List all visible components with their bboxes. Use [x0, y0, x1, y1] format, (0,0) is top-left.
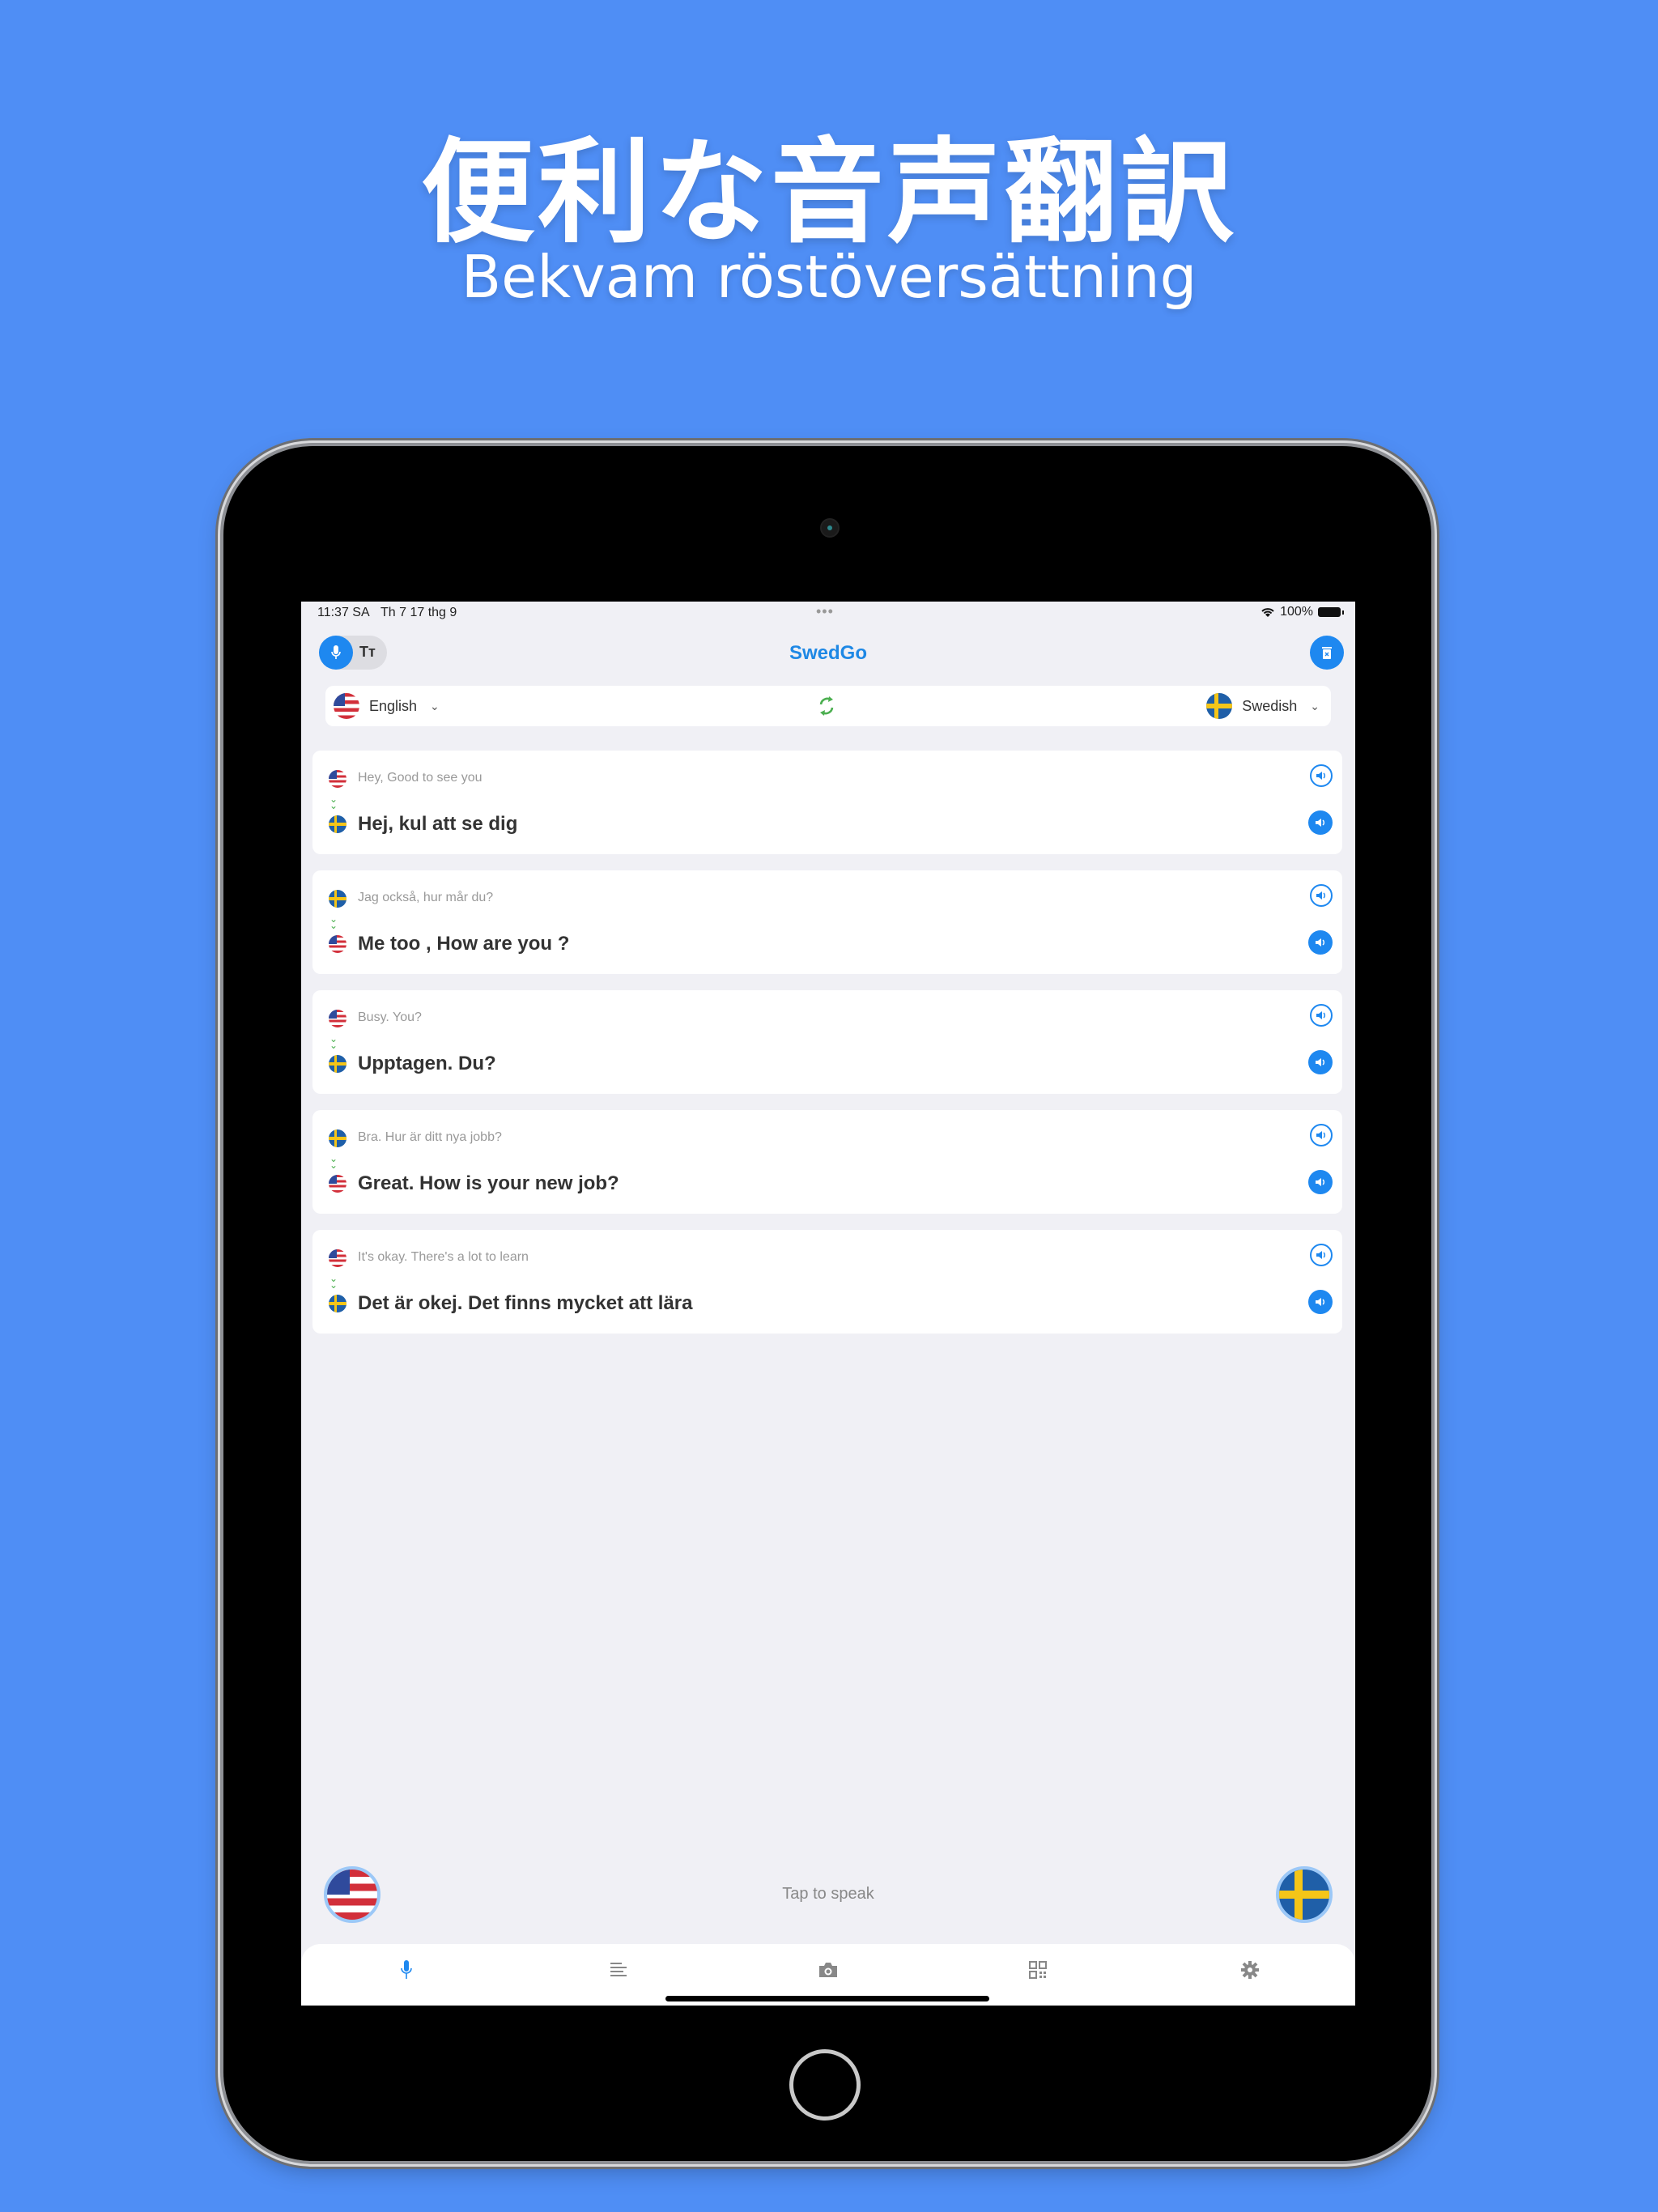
us-flag-icon	[329, 1175, 346, 1193]
speaker-icon	[1316, 938, 1324, 946]
chevron-down-icon: ⌄	[430, 699, 440, 713]
us-flag-icon	[329, 935, 346, 953]
conversation-card[interactable]: Jag också, hur mår du? ⌄ ⌄ Me too , How a…	[312, 870, 1342, 974]
speaker-icon	[1316, 1058, 1324, 1066]
tab-text[interactable]	[602, 1954, 635, 1986]
status-time: 11:37 SA	[317, 606, 370, 619]
battery-percent: 100%	[1280, 605, 1313, 619]
conversation-card[interactable]: Busy. You? ⌄ ⌄ Upptagen. Du?	[312, 990, 1342, 1094]
qr-icon	[1029, 1961, 1047, 1979]
play-source-audio-button[interactable]	[1310, 1244, 1333, 1266]
language-selector-bar: English ⌄ Swedish ⌄	[325, 686, 1331, 726]
app-screen: 11:37 SA Th 7 17 thg 9 ••• 100% Tт SwedG…	[301, 602, 1355, 2006]
trash-icon	[1322, 647, 1332, 659]
sweden-flag-icon	[1206, 693, 1233, 719]
translated-text: Upptagen. Du?	[358, 1053, 496, 1074]
chevron-down-icon: ⌄	[1310, 699, 1320, 713]
source-text: Busy. You?	[358, 1010, 422, 1024]
front-camera	[820, 518, 840, 538]
tab-settings[interactable]	[1234, 1954, 1266, 1986]
text-lines-icon	[610, 1963, 627, 1976]
speaker-icon	[1316, 1011, 1325, 1019]
speaker-icon	[1316, 1251, 1325, 1259]
home-indicator[interactable]	[665, 1996, 989, 2001]
sweden-flag-icon	[329, 890, 346, 908]
double-chevron-down-icon: ⌄ ⌄	[329, 1033, 338, 1051]
tab-camera[interactable]	[812, 1954, 844, 1986]
speaker-icon	[1316, 772, 1325, 780]
speaker-icon	[1316, 819, 1324, 827]
swap-languages-button[interactable]	[816, 695, 837, 721]
speaker-icon	[1316, 1178, 1324, 1186]
play-translation-audio-button[interactable]	[1308, 1290, 1333, 1314]
source-text: Bra. Hur är ditt nya jobb?	[358, 1130, 502, 1144]
play-source-audio-button[interactable]	[1310, 884, 1333, 907]
us-flag-icon	[329, 1249, 346, 1267]
sweden-flag-icon	[329, 815, 346, 833]
target-language-label: Swedish	[1242, 697, 1298, 714]
swap-icon	[819, 696, 834, 716]
mic-icon	[401, 1960, 412, 1979]
multitasking-dots-icon[interactable]: •••	[816, 603, 834, 620]
conversation-card[interactable]: It's okay. There's a lot to learn ⌄ ⌄ Det…	[312, 1230, 1342, 1334]
translated-text: Great. How is your new job?	[358, 1172, 619, 1194]
clear-history-button[interactable]	[1310, 636, 1344, 670]
double-chevron-down-icon: ⌄ ⌄	[329, 793, 338, 811]
home-button[interactable]	[789, 2049, 861, 2121]
double-chevron-down-icon: ⌄ ⌄	[329, 913, 338, 931]
source-text: Hey, Good to see you	[358, 771, 483, 785]
conversation-card[interactable]: Hey, Good to see you ⌄ ⌄ Hej, kul att se …	[312, 751, 1342, 854]
us-flag-icon	[334, 693, 359, 719]
status-date: Th 7 17 thg 9	[380, 606, 457, 619]
play-source-audio-button[interactable]	[1310, 764, 1333, 787]
tab-voice[interactable]	[390, 1954, 423, 1986]
speaker-icon	[1316, 1298, 1324, 1306]
status-bar: 11:37 SA Th 7 17 thg 9 ••• 100%	[301, 602, 1355, 623]
source-text: It's okay. There's a lot to learn	[358, 1250, 529, 1264]
promo-subheadline: Bekvam röstöversättning	[461, 243, 1197, 311]
gear-icon	[1241, 1961, 1259, 1979]
speaker-icon	[1316, 1131, 1325, 1139]
play-source-audio-button[interactable]	[1310, 1004, 1333, 1027]
translated-text: Me too , How are you ?	[358, 933, 570, 955]
us-flag-icon	[329, 1010, 346, 1027]
translated-text: Hej, kul att se dig	[358, 813, 518, 835]
battery-icon	[1318, 607, 1344, 617]
promo-headline: 便利な音声翻訳	[420, 127, 1237, 259]
play-translation-audio-button[interactable]	[1308, 810, 1333, 835]
play-translation-audio-button[interactable]	[1308, 930, 1333, 955]
speaker-icon	[1316, 891, 1325, 900]
double-chevron-down-icon: ⌄ ⌄	[329, 1153, 338, 1171]
source-language-label: English	[369, 697, 418, 714]
sweden-flag-icon	[329, 1295, 346, 1312]
conversation-list: Hey, Good to see you ⌄ ⌄ Hej, kul att se …	[312, 751, 1342, 1350]
target-language-dropdown[interactable]: Swedish ⌄	[1206, 693, 1320, 719]
us-flag-icon	[329, 770, 346, 788]
play-source-audio-button[interactable]	[1310, 1124, 1333, 1146]
tab-qr[interactable]	[1022, 1954, 1054, 1986]
double-chevron-down-icon: ⌄ ⌄	[329, 1273, 338, 1291]
play-translation-audio-button[interactable]	[1308, 1170, 1333, 1194]
play-translation-audio-button[interactable]	[1308, 1050, 1333, 1074]
source-text: Jag också, hur mår du?	[358, 891, 494, 904]
conversation-card[interactable]: Bra. Hur är ditt nya jobb? ⌄ ⌄ Great. How…	[312, 1110, 1342, 1214]
wifi-icon	[1261, 608, 1274, 617]
sweden-flag-icon	[329, 1055, 346, 1073]
source-language-dropdown[interactable]: English ⌄	[334, 693, 440, 719]
translated-text: Det är okej. Det finns mycket att lära	[358, 1292, 693, 1314]
app-title: SwedGo	[789, 642, 867, 664]
sweden-flag-icon	[329, 1129, 346, 1147]
speak-swedish-button[interactable]	[1276, 1866, 1333, 1923]
tap-to-speak-label: Tap to speak	[782, 1885, 874, 1903]
camera-icon	[819, 1963, 837, 1977]
